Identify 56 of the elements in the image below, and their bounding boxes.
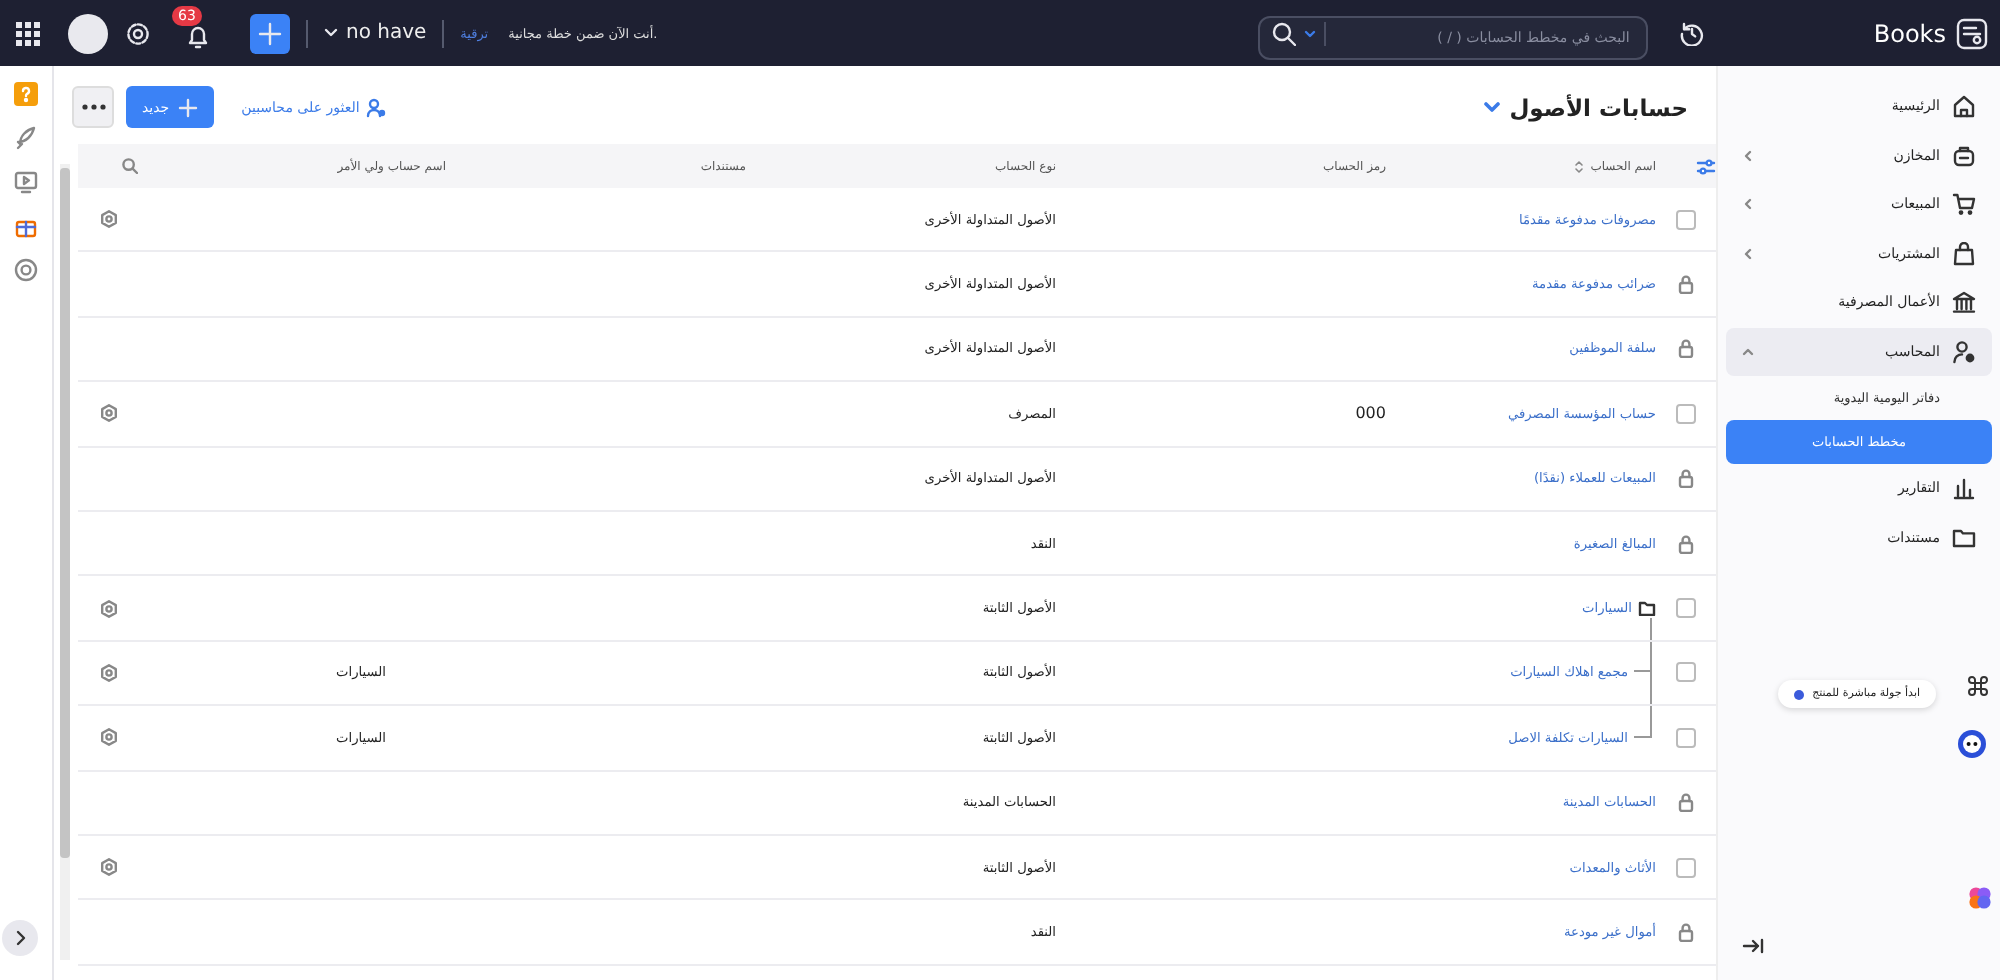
chevron-up-icon xyxy=(1742,347,1754,356)
chevron-left-icon xyxy=(1742,247,1754,260)
chatbot-icon[interactable] xyxy=(1956,728,1988,760)
history-icon[interactable] xyxy=(1679,21,1704,45)
checkbox[interactable] xyxy=(1676,727,1696,748)
plus-icon xyxy=(258,21,282,45)
checkbox[interactable] xyxy=(1676,403,1696,424)
nav-icon xyxy=(1952,94,1976,119)
nav-icon xyxy=(1952,241,1976,266)
nav-icon xyxy=(1952,339,1976,364)
bell-icon[interactable] xyxy=(186,24,210,50)
lifebuoy-icon[interactable] xyxy=(14,258,38,282)
checkbox[interactable] xyxy=(1676,209,1696,230)
plus-icon xyxy=(177,97,198,117)
book-logo-icon xyxy=(1956,17,1988,49)
sort-icon[interactable] xyxy=(1574,159,1585,173)
chevron-left-icon xyxy=(1742,149,1754,162)
row-settings-icon[interactable] xyxy=(99,663,117,682)
app-name: Books xyxy=(1873,19,1946,47)
chevron-down-icon xyxy=(324,28,338,38)
command-icon[interactable] xyxy=(1968,676,1988,696)
collapse-icon xyxy=(1741,938,1763,954)
chevron-left-icon xyxy=(1742,198,1754,211)
row-settings-icon[interactable] xyxy=(99,858,117,877)
table-cell: 000 xyxy=(1355,404,1386,423)
chevron-down-icon xyxy=(1483,102,1500,112)
row-settings-icon[interactable] xyxy=(99,728,117,747)
chevron-right-icon xyxy=(15,930,25,946)
users-icon xyxy=(365,97,386,117)
filter-icon[interactable] xyxy=(1696,157,1716,175)
brain-icon[interactable] xyxy=(1966,884,1994,912)
help-icon[interactable] xyxy=(14,82,38,106)
folder-icon xyxy=(1638,600,1656,617)
more-icon xyxy=(81,104,105,110)
settings-icon[interactable] xyxy=(126,21,150,45)
chevron-down-icon xyxy=(1303,29,1316,37)
row-settings-icon[interactable] xyxy=(99,404,117,423)
search-icon[interactable] xyxy=(1271,21,1296,45)
nav-icon xyxy=(1952,192,1976,217)
checkbox[interactable] xyxy=(1676,598,1696,619)
more-button[interactable] xyxy=(72,86,114,128)
page-title[interactable]: حسابات الأصول xyxy=(1483,93,1688,121)
row-settings-icon[interactable] xyxy=(99,210,117,229)
checkbox[interactable] xyxy=(1676,662,1696,683)
row-settings-icon[interactable] xyxy=(99,599,117,618)
organization-switcher[interactable]: no have xyxy=(324,22,427,44)
nav-icon xyxy=(1952,476,1976,501)
avatar[interactable] xyxy=(68,13,108,53)
nav-icon xyxy=(1952,525,1976,550)
nav-icon xyxy=(1952,143,1976,168)
nav-icon xyxy=(1952,290,1976,315)
checkbox[interactable] xyxy=(1676,857,1696,878)
expand-button[interactable] xyxy=(2,920,38,956)
monitor-play-icon[interactable] xyxy=(14,170,38,194)
apps-grid-icon[interactable] xyxy=(16,21,40,45)
add-button[interactable] xyxy=(250,13,290,53)
